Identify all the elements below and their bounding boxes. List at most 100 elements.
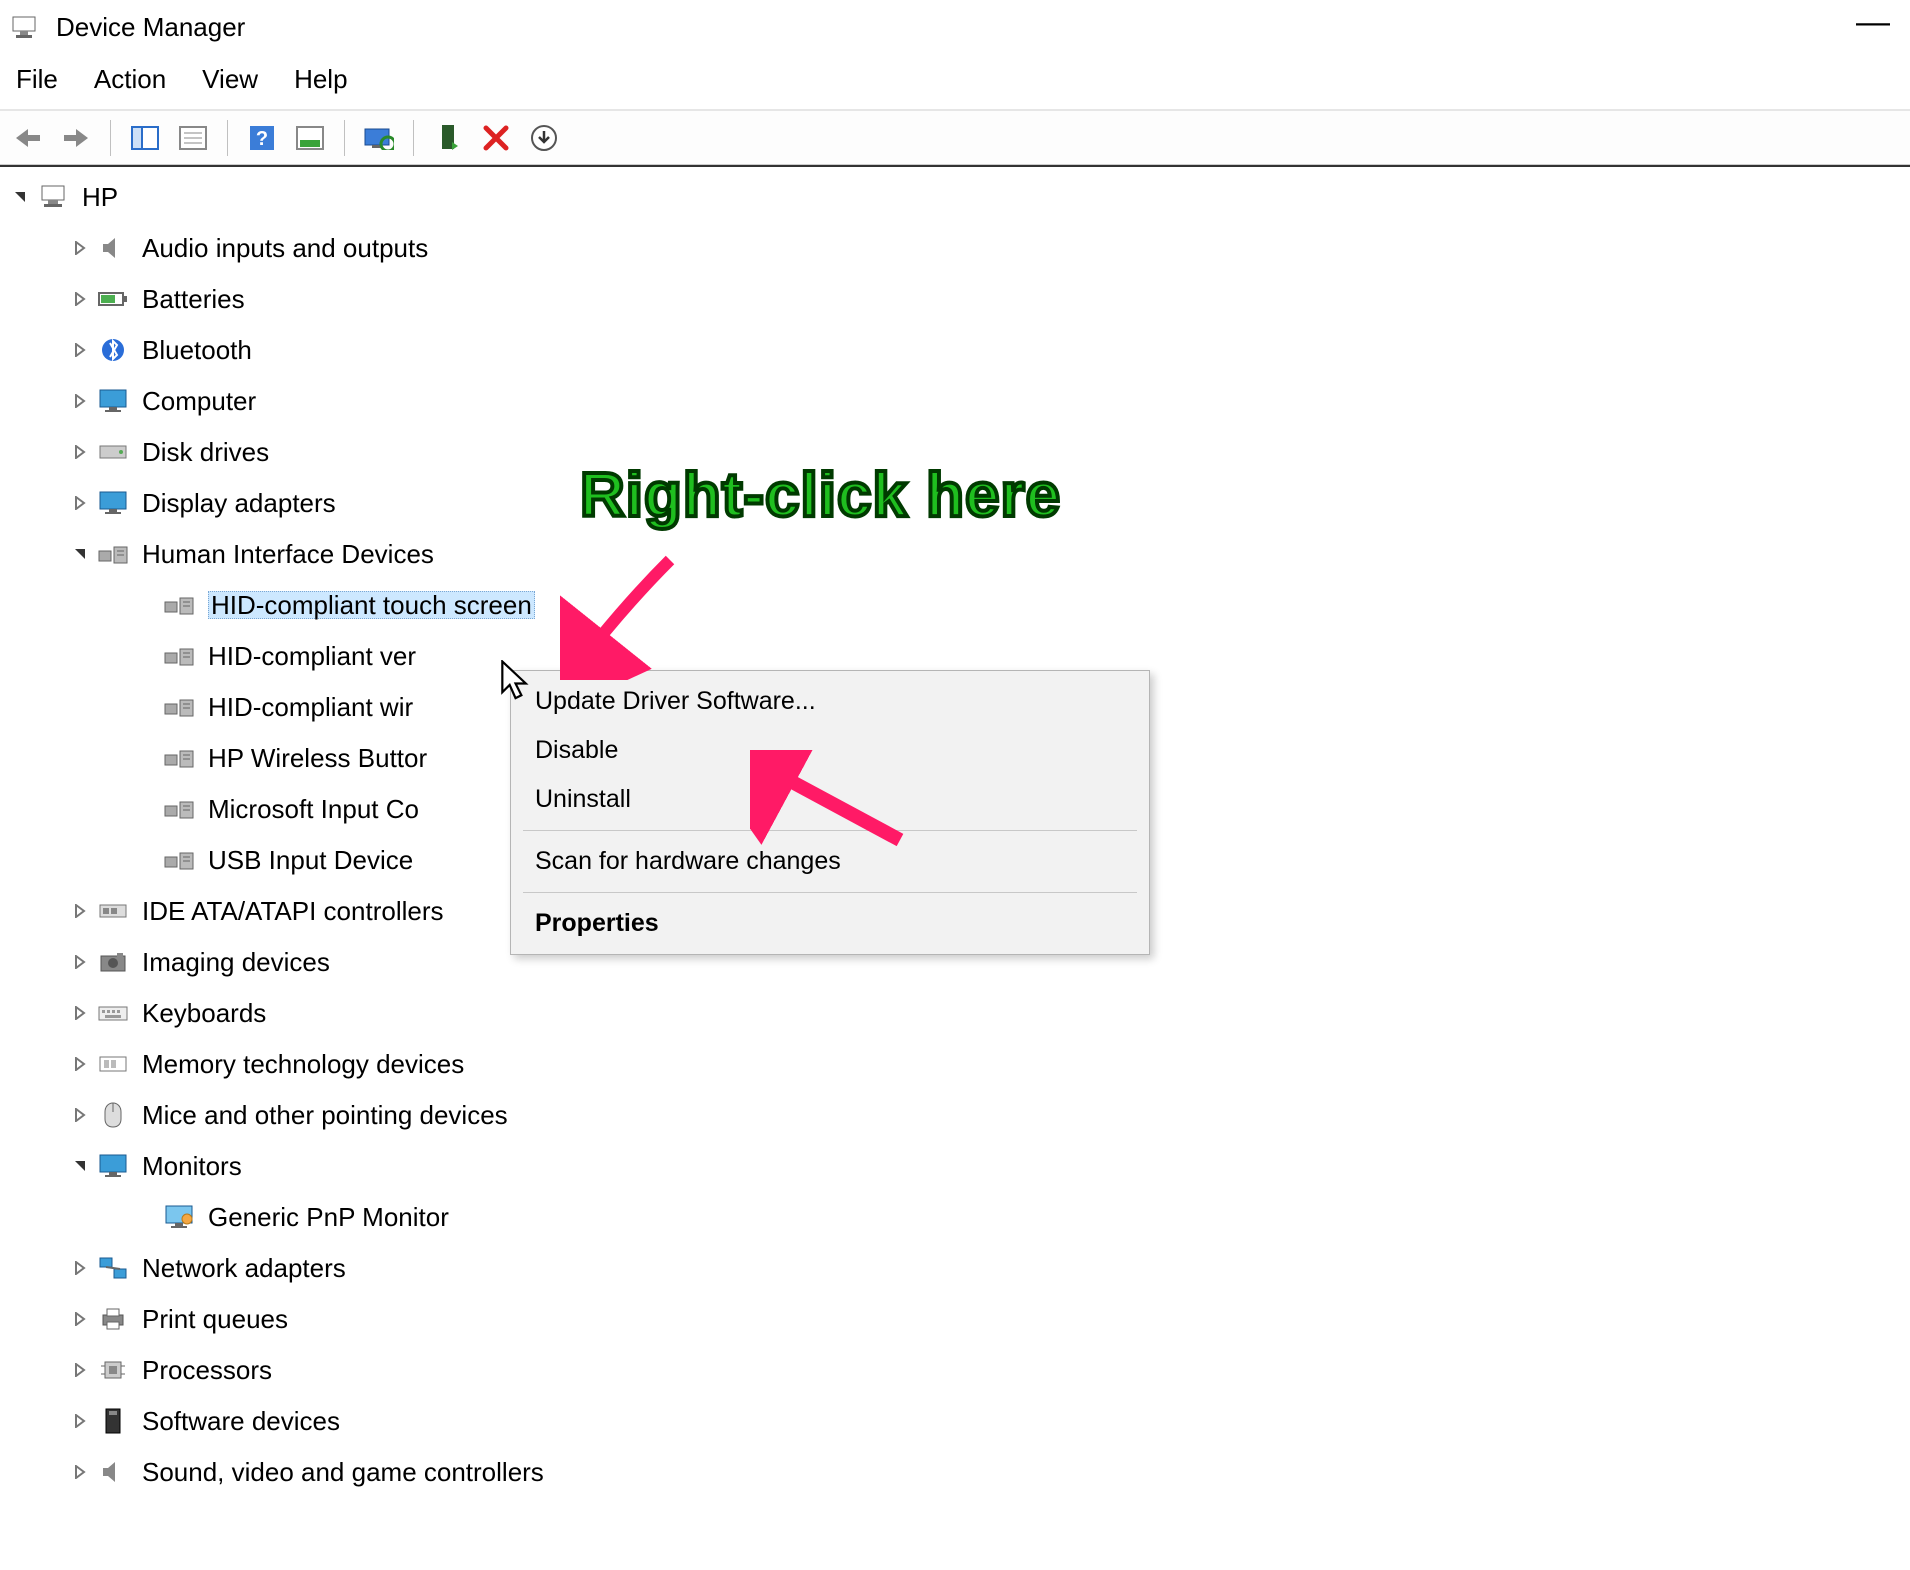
tree-arrow-collapsed[interactable] <box>64 1108 96 1122</box>
tree-arrow-collapsed[interactable] <box>64 241 96 255</box>
tree-device-label: HID-compliant touch screen <box>208 591 535 619</box>
tree-arrow-collapsed[interactable] <box>64 955 96 969</box>
keyboard-icon <box>96 998 130 1028</box>
hid-icon <box>162 590 196 620</box>
monitor-icon <box>96 488 130 518</box>
toolbar-separator <box>227 120 228 156</box>
hid-icon <box>162 845 196 875</box>
properties-button[interactable] <box>175 120 211 156</box>
tree-category-label: Software devices <box>142 1408 340 1434</box>
tree-arrow-expanded[interactable] <box>64 1159 96 1173</box>
tree-arrow-collapsed[interactable] <box>64 1057 96 1071</box>
action-button[interactable] <box>292 120 328 156</box>
tree-category-label: Batteries <box>142 286 245 312</box>
tree-device[interactable]: Generic PnP Monitor <box>0 1191 1910 1242</box>
tree-category[interactable]: Monitors <box>0 1140 1910 1191</box>
tree-category-label: Display adapters <box>142 490 336 516</box>
tree-category[interactable]: Mice and other pointing devices <box>0 1089 1910 1140</box>
tree-category[interactable]: Network adapters <box>0 1242 1910 1293</box>
tree-category-label: Human Interface Devices <box>142 541 434 567</box>
tree-category-label: Keyboards <box>142 1000 266 1026</box>
tree-category-label: Computer <box>142 388 256 414</box>
tree-arrow-collapsed[interactable] <box>64 445 96 459</box>
tree-arrow-expanded[interactable] <box>4 190 36 204</box>
camera-icon <box>96 947 130 977</box>
back-button[interactable] <box>10 120 46 156</box>
monitor-icon <box>96 1151 130 1181</box>
annotation-right-click: Right-click here <box>580 460 1061 531</box>
tree-category[interactable]: Computer <box>0 375 1910 426</box>
software-icon <box>96 1406 130 1436</box>
tree-device[interactable]: HID-compliant touch screen <box>0 579 1910 630</box>
tree-arrow-collapsed[interactable] <box>64 1363 96 1377</box>
tree-arrow-collapsed[interactable] <box>64 904 96 918</box>
hid-icon <box>162 641 196 671</box>
speaker-icon <box>96 233 130 263</box>
toolbar-separator <box>413 120 414 156</box>
tree-arrow-collapsed[interactable] <box>64 496 96 510</box>
tree-category[interactable]: Processors <box>0 1344 1910 1395</box>
device-manager-icon <box>10 14 38 42</box>
show-hide-console-button[interactable] <box>127 120 163 156</box>
tree-device-label: Microsoft Input Co <box>208 796 419 822</box>
menu-help[interactable]: Help <box>294 64 347 95</box>
tree-arrow-collapsed[interactable] <box>64 292 96 306</box>
tree-arrow-collapsed[interactable] <box>64 1261 96 1275</box>
mouse-icon <box>96 1100 130 1130</box>
tree-arrow-collapsed[interactable] <box>64 394 96 408</box>
menu-file[interactable]: File <box>16 64 58 95</box>
memory-icon <box>96 1049 130 1079</box>
toolbar-separator <box>344 120 345 156</box>
bluetooth-icon <box>96 335 130 365</box>
tree-category[interactable]: Bluetooth <box>0 324 1910 375</box>
tree-category[interactable]: Batteries <box>0 273 1910 324</box>
context-menu-item[interactable]: Properties <box>511 899 1149 948</box>
tree-root-label: HP <box>82 184 118 210</box>
update-driver-button[interactable] <box>526 120 562 156</box>
monitor-icon <box>96 386 130 416</box>
tree-category-label: Print queues <box>142 1306 288 1332</box>
minimize-button[interactable]: — <box>1856 5 1890 39</box>
tree-category[interactable]: Print queues <box>0 1293 1910 1344</box>
battery-icon <box>96 284 130 314</box>
tree-category[interactable]: Keyboards <box>0 987 1910 1038</box>
printer-icon <box>96 1304 130 1334</box>
tree-arrow-collapsed[interactable] <box>64 1312 96 1326</box>
forward-button[interactable] <box>58 120 94 156</box>
menu-action[interactable]: Action <box>94 64 166 95</box>
mouse-cursor <box>500 660 534 704</box>
tree-category[interactable]: Human Interface Devices <box>0 528 1910 579</box>
ide-icon <box>96 896 130 926</box>
tree-category[interactable]: Memory technology devices <box>0 1038 1910 1089</box>
tree-category-label: Monitors <box>142 1153 242 1179</box>
tree-category-label: Imaging devices <box>142 949 330 975</box>
context-menu-item[interactable]: Update Driver Software... <box>511 677 1149 726</box>
tree-arrow-expanded[interactable] <box>64 547 96 561</box>
tree-device-label: USB Input Device <box>208 847 413 873</box>
help-button[interactable]: ? <box>244 120 280 156</box>
tree-category-label: Memory technology devices <box>142 1051 464 1077</box>
window-controls: — <box>1856 11 1900 45</box>
tree-category[interactable]: Audio inputs and outputs <box>0 222 1910 273</box>
tree-category-label: Disk drives <box>142 439 269 465</box>
monitor-icon <box>162 1202 196 1232</box>
scan-hardware-button[interactable] <box>361 120 397 156</box>
tree-category[interactable]: Software devices <box>0 1395 1910 1446</box>
tree-category-label: Network adapters <box>142 1255 346 1281</box>
menu-view[interactable]: View <box>202 64 258 95</box>
tree-category-label: Sound, video and game controllers <box>142 1459 544 1485</box>
tree-arrow-collapsed[interactable] <box>64 1465 96 1479</box>
tree-arrow-collapsed[interactable] <box>64 1006 96 1020</box>
toolbar: ? <box>0 111 1910 165</box>
annotation-arrow-to-item <box>560 540 700 680</box>
tree-arrow-collapsed[interactable] <box>64 343 96 357</box>
tree-device-label: HID-compliant wir <box>208 694 413 720</box>
tree-category[interactable]: Sound, video and game controllers <box>0 1446 1910 1497</box>
uninstall-button[interactable] <box>478 120 514 156</box>
tree-arrow-collapsed[interactable] <box>64 1414 96 1428</box>
tree-device-label: HP Wireless Buttor <box>208 745 427 771</box>
tree-root[interactable]: HP <box>0 171 1910 222</box>
enable-button[interactable] <box>430 120 466 156</box>
computer-icon <box>36 182 70 212</box>
context-menu-separator <box>523 892 1137 893</box>
